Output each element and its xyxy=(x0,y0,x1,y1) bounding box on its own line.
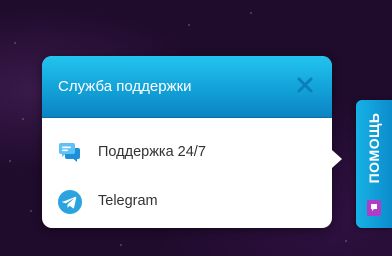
telegram-label: Telegram xyxy=(98,193,158,209)
support-24-7-link[interactable]: Поддержка 24/7 xyxy=(42,131,332,175)
telegram-link[interactable]: Telegram xyxy=(42,180,332,224)
popup-title: Служба поддержки xyxy=(58,78,192,95)
support-popup: Служба поддержки Поддержка 24/7 Telegram xyxy=(42,56,332,228)
popup-header: Служба поддержки xyxy=(42,56,332,118)
chat-icon xyxy=(365,199,383,217)
help-tab-button[interactable]: ПОМОЩЬ xyxy=(356,100,392,228)
support-24-7-label: Поддержка 24/7 xyxy=(98,144,206,160)
close-icon xyxy=(297,77,313,93)
close-button[interactable] xyxy=(294,74,316,96)
chat-bubbles-icon xyxy=(58,141,82,165)
support-options-list: Поддержка 24/7 Telegram xyxy=(42,118,332,224)
popup-pointer xyxy=(332,150,342,168)
telegram-icon xyxy=(58,190,82,214)
help-tab-label: ПОМОЩЬ xyxy=(366,112,382,184)
